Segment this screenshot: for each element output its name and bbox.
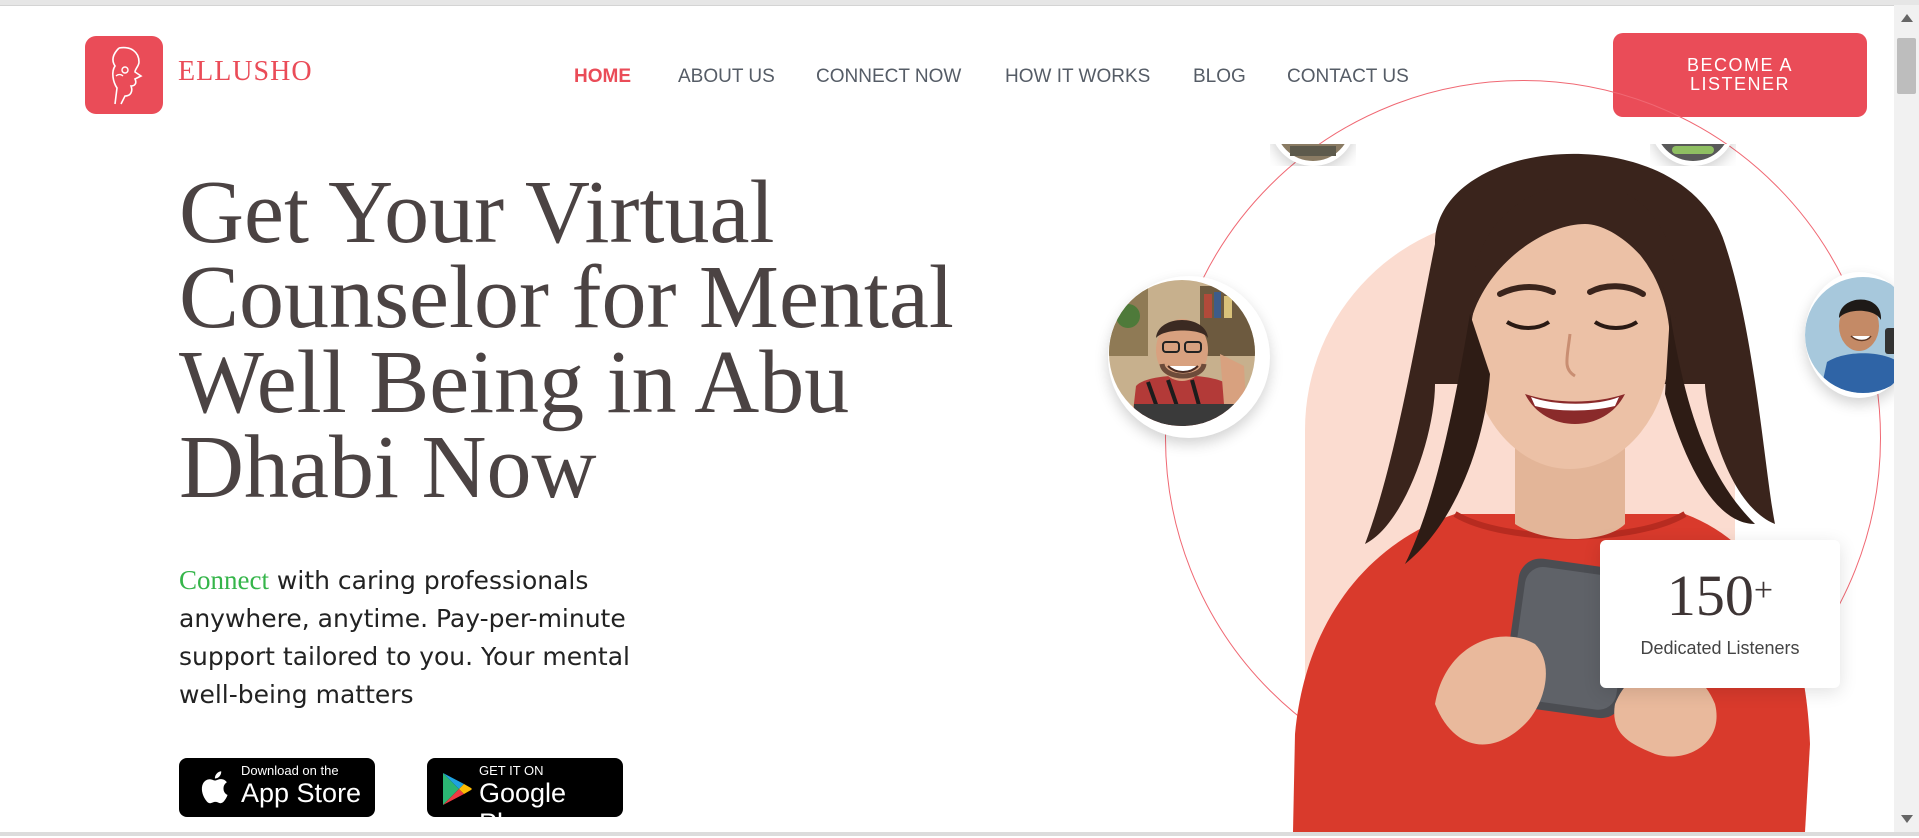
google-play-big: Google Play	[479, 778, 567, 838]
logo[interactable]	[85, 36, 163, 114]
app-store-button[interactable]: Download on the App Store	[179, 758, 375, 817]
nav-item-contact-us[interactable]: CONTACT US	[1287, 66, 1409, 88]
app-store-big: App Store	[241, 778, 362, 808]
scroll-up-arrow-icon[interactable]	[1901, 14, 1913, 22]
browser-top-edge	[0, 0, 1919, 6]
hero-subtext: Connect with caring professionals anywhe…	[179, 561, 649, 714]
stat-number: 150	[1666, 563, 1754, 628]
brand-name[interactable]: ELLUSHO	[178, 56, 313, 88]
app-store-small: Download on the	[241, 763, 339, 778]
nav-item-how-it-works[interactable]: HOW IT WORKS	[1005, 66, 1150, 88]
apple-icon	[201, 771, 228, 804]
stat-suffix: +	[1753, 572, 1774, 609]
cta-line-2: LISTENER	[1689, 74, 1791, 94]
google-play-small: GET IT ON	[479, 763, 544, 778]
headline-line-4: Dhabi Now	[179, 418, 597, 517]
nav-item-about-us[interactable]: ABOUT US	[678, 66, 775, 88]
google-play-icon	[443, 773, 472, 805]
hero-headline: Get Your Virtual Counselor for Mental We…	[179, 168, 1079, 513]
nav-item-home[interactable]: HOME	[574, 66, 631, 88]
cta-line-1: BECOME A	[1686, 55, 1794, 75]
smiling-woman-with-phone-image	[1293, 153, 1810, 832]
nav-item-blog[interactable]: BLOG	[1193, 66, 1246, 88]
nav-item-connect-now[interactable]: CONNECT NOW	[816, 66, 961, 88]
scrollbar-thumb[interactable]	[1897, 38, 1916, 94]
stat-value: 150+	[1600, 562, 1840, 629]
stat-card: 150+ Dedicated Listeners	[1600, 540, 1840, 688]
stat-label: Dedicated Listeners	[1640, 638, 1800, 658]
face-profile-logo-icon	[112, 46, 143, 105]
become-listener-label: BECOME A LISTENER	[1687, 56, 1793, 94]
subtext-accent-word: Connect	[179, 565, 269, 595]
browser-bottom-edge	[0, 832, 1919, 836]
vertical-scrollbar[interactable]	[1894, 5, 1919, 832]
google-play-button[interactable]: GET IT ON Google Play	[427, 758, 623, 838]
scroll-down-arrow-icon[interactable]	[1901, 815, 1913, 823]
avatar-man-waving	[1108, 276, 1270, 438]
